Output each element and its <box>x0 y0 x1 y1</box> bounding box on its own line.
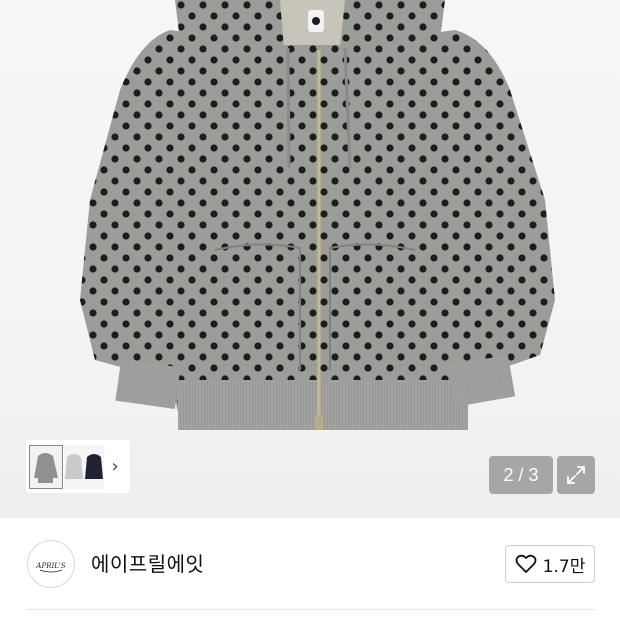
counter-current: 2 <box>503 464 514 485</box>
expand-icon <box>567 466 585 484</box>
chevron-right-icon[interactable]: › <box>104 445 126 489</box>
like-button[interactable]: 1.7만 <box>505 545 595 583</box>
brand-name[interactable]: 에이프릴에잇 <box>91 548 204 577</box>
expand-button[interactable] <box>557 456 595 494</box>
counter-separator: / <box>518 464 524 485</box>
svg-text:APRIL'S: APRIL'S <box>35 562 65 570</box>
thumbnail-strip: › <box>26 440 130 493</box>
like-count: 1.7만 <box>542 556 586 577</box>
brand-row[interactable]: APRIL'S 에이프릴에잇 1.7만 <box>0 518 620 610</box>
counter-total: 3 <box>528 464 539 485</box>
product-gallery[interactable]: › 2 / 3 <box>0 0 620 518</box>
divider <box>26 609 595 610</box>
thumb-gray-dot-hoodie[interactable] <box>29 444 63 489</box>
heart-icon <box>515 554 537 573</box>
thumb-navy-hoodie[interactable] <box>84 444 104 489</box>
page-counter: 2 / 3 <box>489 456 553 494</box>
thumb-light-gray-hoodie[interactable] <box>64 444 84 489</box>
brand-logo[interactable]: APRIL'S <box>27 540 75 588</box>
